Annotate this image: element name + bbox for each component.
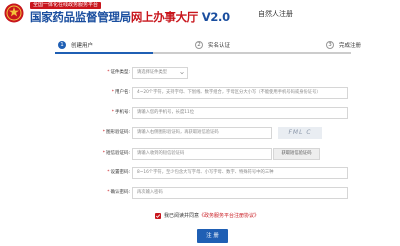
step-complete: 3 完成注册 <box>326 37 361 53</box>
site-header: 全国一体化在线政务服务平台 国家药品监督管理局网上办事大厅 V2.0 自然人注册 <box>0 0 400 30</box>
sms-code-label: *短信验证码: <box>102 151 130 156</box>
step-number: 1 <box>58 41 66 49</box>
id-type-placeholder: 请选择证件类型 <box>137 70 168 75</box>
username-input[interactable]: 4~20个字符，支持字母、下划线、数字组合，字母区分大小写（不能使用手机号码或身… <box>132 87 348 99</box>
captcha-row: *图形验证码: 请输入右侧图形验证码，再获取短信验证码 FML C <box>0 127 400 139</box>
step-number: 3 <box>326 41 334 49</box>
captcha-input[interactable]: 请输入右侧图形验证码，再获取短信验证码 <box>132 127 272 139</box>
step-number: 2 <box>195 41 203 49</box>
phone-row: *手机号: 请输入您的手机号，长度11位 <box>0 107 400 119</box>
password-label: *设置密码: <box>107 170 130 175</box>
confirm-password-label: *确认密码: <box>107 190 130 195</box>
password-row: *设置密码: 8~16个字符，至少包含大写字母、小写字母、数字、特殊符号中的三种 <box>0 167 400 179</box>
step-label: 实名认证 <box>208 43 231 49</box>
phone-input[interactable]: 请输入您的手机号，长度11位 <box>132 107 348 119</box>
id-type-row: *证件类型: 请选择证件类型 <box>0 67 400 79</box>
id-type-select[interactable]: 请选择证件类型 <box>132 67 188 79</box>
password-input[interactable]: 8~16个字符，至少包含大写字母、小写字母、数字、特殊符号中的三种 <box>132 167 348 179</box>
chevron-down-icon <box>180 71 184 75</box>
platform-tag: 全国一体化在线政务服务平台 <box>30 2 102 9</box>
username-row: *用户名: 4~20个字符，支持字母、下划线、数字组合，字母区分大小写（不能使用… <box>0 87 400 99</box>
registration-steps: 1 创建用户 2 实名认证 3 完成注册 <box>0 37 400 53</box>
step-create-user: 1 创建用户 <box>58 37 93 53</box>
get-sms-code-button[interactable]: 获取短信验证码 <box>273 148 320 160</box>
step-verify-identity: 2 实名认证 <box>195 37 230 53</box>
agreement-text: 我已阅读并同意 <box>164 213 200 219</box>
confirm-password-input[interactable]: 再次输入密码 <box>132 187 348 199</box>
agreement-row: 我已阅读并同意 《政务服务平台注册协议》 <box>155 211 259 220</box>
sms-code-row: *短信验证码: 请输入收到的短信验证码 获取短信验证码 <box>0 148 400 160</box>
site-title[interactable]: 国家药品监督管理局网上办事大厅 V2.0 <box>30 10 230 24</box>
phone-label: *手机号: <box>111 110 130 115</box>
captcha-label: *图形验证码: <box>102 130 130 135</box>
page-title: 自然人注册 <box>258 10 293 18</box>
confirm-password-row: *确认密码: 再次输入密码 <box>0 187 400 199</box>
agreement-link[interactable]: 《政务服务平台注册协议》 <box>199 212 259 219</box>
checkmark-icon <box>155 213 161 218</box>
captcha-image[interactable]: FML C <box>278 127 322 139</box>
step-label: 完成注册 <box>339 43 362 49</box>
id-type-label: *证件类型: <box>107 70 130 75</box>
site-title-version: V2.0 <box>198 10 230 24</box>
sms-code-input[interactable]: 请输入收到的短信验证码 <box>132 148 272 160</box>
site-title-main: 国家药品监督管理局 <box>30 10 131 24</box>
site-title-highlight: 网上办事大厅 <box>130 10 199 24</box>
step-label: 创建用户 <box>71 43 94 49</box>
agreement-checkbox[interactable] <box>155 212 161 219</box>
progress-fill <box>55 52 153 54</box>
register-button[interactable]: 注 册 <box>197 229 228 243</box>
username-label: *用户名: <box>111 90 130 95</box>
national-emblem-icon <box>4 3 24 23</box>
